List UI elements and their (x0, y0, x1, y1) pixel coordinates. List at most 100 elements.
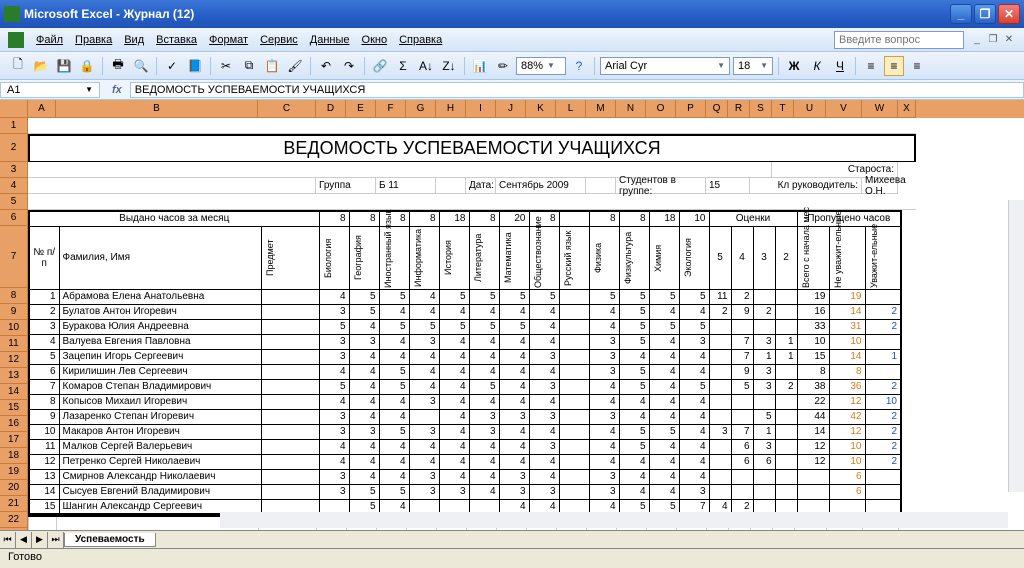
col-header-V[interactable]: V (826, 100, 862, 118)
row-header-18[interactable]: 18 (0, 448, 28, 464)
maximize-button[interactable]: ❐ (974, 4, 996, 24)
align-right-icon[interactable]: ≡ (907, 56, 927, 76)
sheet-content[interactable]: ВЕДОМОСТЬ УСПЕВАЕМОСТИ УЧАЩИХСЯ Староста… (28, 118, 916, 530)
copy-icon[interactable]: ⧉ (239, 56, 259, 76)
menu-Данные[interactable]: Данные (304, 32, 356, 48)
row-header-8[interactable]: 8 (0, 288, 28, 304)
row-header-17[interactable]: 17 (0, 432, 28, 448)
menu-Вид[interactable]: Вид (118, 32, 150, 48)
print-icon[interactable]: 🖶 (108, 56, 128, 76)
menu-Окно[interactable]: Окно (356, 32, 394, 48)
col-header-X[interactable]: X (898, 100, 916, 118)
sort-desc-icon[interactable]: Z↓ (439, 56, 459, 76)
underline-icon[interactable]: Ч (830, 56, 850, 76)
col-header-B[interactable]: B (56, 100, 258, 118)
col-header-C[interactable]: C (258, 100, 316, 118)
drawing-icon[interactable]: ✏ (493, 56, 513, 76)
paste-icon[interactable]: 📋 (262, 56, 282, 76)
col-header-M[interactable]: M (586, 100, 616, 118)
bold-icon[interactable]: Ж (784, 56, 804, 76)
col-header-H[interactable]: H (436, 100, 466, 118)
preview-icon[interactable]: 🔍 (131, 56, 151, 76)
row-header-14[interactable]: 14 (0, 384, 28, 400)
chart-icon[interactable]: 📊 (470, 56, 490, 76)
research-icon[interactable]: 📘 (185, 56, 205, 76)
row-header-1[interactable]: 1 (0, 118, 28, 134)
col-header-I[interactable]: I (466, 100, 496, 118)
align-center-icon[interactable]: ≡ (884, 56, 904, 76)
row-header-7[interactable]: 7 (0, 226, 28, 288)
minimize-button[interactable]: _ (950, 4, 972, 24)
col-header-F[interactable]: F (376, 100, 406, 118)
row-header-3[interactable]: 3 (0, 162, 28, 178)
format-painter-icon[interactable]: 🖌 (285, 56, 305, 76)
col-header-P[interactable]: P (676, 100, 706, 118)
menu-Файл[interactable]: Файл (30, 32, 69, 48)
row-header-4[interactable]: 4 (0, 178, 28, 194)
permissions-icon[interactable]: 🔒 (77, 56, 97, 76)
tab-last-button[interactable]: ⏭ (48, 532, 64, 548)
row-header-13[interactable]: 13 (0, 368, 28, 384)
redo-icon[interactable]: ↷ (339, 56, 359, 76)
row-header-12[interactable]: 12 (0, 352, 28, 368)
font-size-combo[interactable]: 18▼ (733, 57, 773, 75)
row-header-20[interactable]: 20 (0, 480, 28, 496)
worksheet-grid[interactable]: ABCDEFGHIJKLMNOPQRSTUVWX 123456789101112… (0, 100, 1024, 530)
row-header-19[interactable]: 19 (0, 464, 28, 480)
menu-Формат[interactable]: Формат (203, 32, 254, 48)
ask-a-question-box[interactable] (834, 31, 964, 49)
menu-Вставка[interactable]: Вставка (150, 32, 203, 48)
cut-icon[interactable]: ✂ (216, 56, 236, 76)
col-header-K[interactable]: K (526, 100, 556, 118)
col-header-A[interactable]: A (28, 100, 56, 118)
new-icon[interactable]: 🗋 (8, 56, 28, 76)
row-header-5[interactable]: 5 (0, 194, 28, 210)
name-box[interactable]: A1▼ (0, 82, 100, 98)
select-all-corner[interactable] (0, 100, 28, 118)
italic-icon[interactable]: К (807, 56, 827, 76)
tab-prev-button[interactable]: ◀ (16, 532, 32, 548)
menu-Сервис[interactable]: Сервис (254, 32, 304, 48)
wb-restore-button[interactable]: ❐ (986, 33, 1000, 47)
col-header-Q[interactable]: Q (706, 100, 728, 118)
formula-input[interactable]: ВЕДОМОСТЬ УСПЕВАЕМОСТИ УЧАЩИХСЯ (130, 82, 1024, 98)
col-header-E[interactable]: E (346, 100, 376, 118)
align-left-icon[interactable]: ≡ (861, 56, 881, 76)
col-header-D[interactable]: D (316, 100, 346, 118)
row-header-11[interactable]: 11 (0, 336, 28, 352)
col-header-J[interactable]: J (496, 100, 526, 118)
wb-close-button[interactable]: ✕ (1002, 33, 1016, 47)
fx-icon[interactable]: fx (104, 84, 130, 96)
close-button[interactable]: ✕ (998, 4, 1020, 24)
col-header-N[interactable]: N (616, 100, 646, 118)
autosum-icon[interactable]: Σ (393, 56, 413, 76)
hyperlink-icon[interactable]: 🔗 (370, 56, 390, 76)
row-header-22[interactable]: 22 (0, 512, 28, 528)
horizontal-scrollbar[interactable] (220, 512, 1008, 528)
tab-first-button[interactable]: ⏮ (0, 532, 16, 548)
spelling-icon[interactable]: ✓ (162, 56, 182, 76)
vertical-scrollbar[interactable] (1008, 200, 1024, 492)
row-header-9[interactable]: 9 (0, 304, 28, 320)
save-icon[interactable]: 💾 (54, 56, 74, 76)
menu-Справка[interactable]: Справка (393, 32, 448, 48)
row-header-21[interactable]: 21 (0, 496, 28, 512)
sort-asc-icon[interactable]: A↓ (416, 56, 436, 76)
col-header-U[interactable]: U (794, 100, 826, 118)
row-header-10[interactable]: 10 (0, 320, 28, 336)
menu-Правка[interactable]: Правка (69, 32, 118, 48)
undo-icon[interactable]: ↶ (316, 56, 336, 76)
col-header-O[interactable]: O (646, 100, 676, 118)
row-header-6[interactable]: 6 (0, 210, 28, 226)
help-icon[interactable]: ? (569, 56, 589, 76)
tab-next-button[interactable]: ▶ (32, 532, 48, 548)
col-header-L[interactable]: L (556, 100, 586, 118)
font-combo[interactable]: Arial Cyr▼ (600, 57, 730, 75)
col-header-T[interactable]: T (772, 100, 794, 118)
zoom-combo[interactable]: 88%▼ (516, 57, 566, 75)
col-header-S[interactable]: S (750, 100, 772, 118)
row-header-15[interactable]: 15 (0, 400, 28, 416)
sheet-tab-active[interactable]: Успеваемость (64, 533, 156, 547)
wb-minimize-button[interactable]: _ (970, 33, 984, 47)
row-header-16[interactable]: 16 (0, 416, 28, 432)
